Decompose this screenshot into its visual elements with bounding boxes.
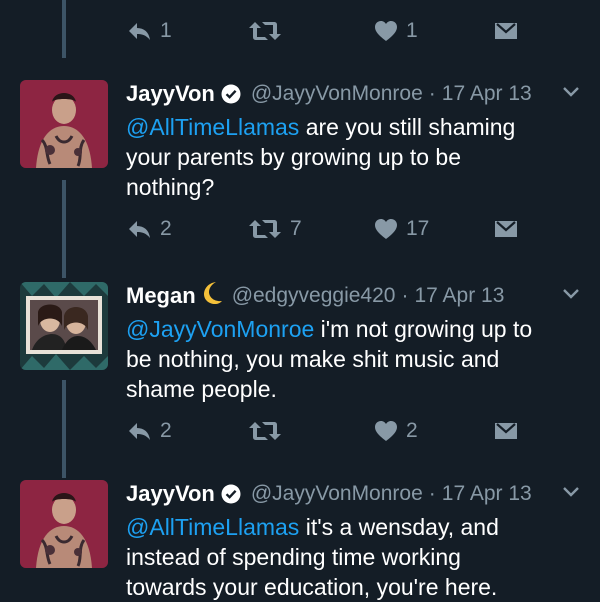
retweet-button[interactable]: 7 [248,214,302,244]
reply-icon [129,423,150,440]
avatar[interactable] [20,282,108,370]
avatar[interactable] [20,480,108,568]
direct-message-icon [495,221,517,237]
chevron-down-icon[interactable] [562,486,580,498]
like-button[interactable]: 1 [374,16,418,46]
like-count: 17 [406,217,430,240]
dm-button[interactable] [494,214,518,244]
separator: · [401,284,409,307]
retweet-icon [249,22,281,40]
heart-icon [375,421,397,441]
reply-icon [129,221,150,238]
like-button[interactable]: 17 [374,214,429,244]
user-handle[interactable]: @JayyVonMonroe [251,482,423,506]
chevron-down-icon[interactable] [562,288,580,300]
tweet[interactable]: Megan @edgyveggie420 · 17 Apr 13 @JayyVo… [0,280,600,456]
verified-badge-icon [221,484,241,504]
user-handle[interactable]: @JayyVonMonroe [251,82,423,106]
tweet-header: Megan @edgyveggie420 · 17 Apr 13 [126,280,600,312]
tweet-actions: 2 2 [126,416,526,446]
tweet-text-line: towards your education, you're here. [126,574,498,600]
separator: · [428,482,436,505]
like-count: 2 [406,419,418,442]
separator: · [428,82,436,105]
mention-link[interactable]: @AllTimeLlamas [126,514,299,540]
user-handle[interactable]: @edgyveggie420 [232,284,396,308]
verified-badge-icon [221,84,241,104]
like-count: 1 [406,19,418,42]
avatar[interactable] [20,80,108,168]
mention-link[interactable]: @AllTimeLlamas [126,114,299,140]
chevron-down-icon[interactable] [562,86,580,98]
tweet-text-line: shame people. [126,376,277,402]
retweet-icon [249,220,281,238]
heart-icon [375,219,397,239]
tweet-date[interactable]: 17 Apr 13 [414,284,504,308]
tweet-text: @JayyVonMonroe i'm not growing up to be … [126,314,586,404]
tweet-actions: 2 7 17 [126,214,526,244]
reply-button[interactable]: 2 [126,214,172,244]
reply-icon [129,23,150,40]
direct-message-icon [495,23,517,39]
retweet-button[interactable] [248,416,282,446]
retweet-button[interactable] [248,16,282,46]
tweet-text-line: your parents by growing up to be [126,144,461,170]
retweet-count: 7 [290,217,302,240]
like-button[interactable]: 2 [374,416,418,446]
mention-link[interactable]: @JayyVonMonroe [126,316,314,342]
display-name[interactable]: JayyVon [126,81,215,107]
tweet-header: JayyVon @JayyVonMonroe · 17 Apr 13 [126,478,600,510]
direct-message-icon [495,423,517,439]
tweet-text: @AllTimeLlamas it's a wensday, and inste… [126,512,586,602]
tweet-text-line: i'm not growing up to [314,316,533,342]
tweet[interactable]: JayyVon @JayyVonMonroe · 17 Apr 13 @AllT… [0,78,600,254]
heart-icon [375,21,397,41]
thread-line-top [62,0,66,58]
tweet[interactable]: JayyVon @JayyVonMonroe · 17 Apr 13 @AllT… [0,478,600,600]
display-name[interactable]: JayyVon [126,481,215,507]
reply-button[interactable]: 2 [126,416,172,446]
tweet-text: @AllTimeLlamas are you still shaming you… [126,112,586,202]
dm-button[interactable] [494,416,518,446]
tweet-header: JayyVon @JayyVonMonroe · 17 Apr 13 [126,78,600,110]
tweet-text-line: nothing? [126,174,215,200]
top-actions: 1 1 [126,16,526,46]
tweet-text-line: are you still shaming [299,114,516,140]
crescent-moon-icon [203,281,222,311]
retweet-icon [249,422,281,440]
reply-count: 2 [160,217,172,240]
tweet-text-line: instead of spending time working [126,544,461,570]
reply-button[interactable]: 1 [126,16,172,46]
dm-button[interactable] [494,16,518,46]
tweet-text-line: it's a wensday, and [299,514,499,540]
reply-count: 2 [160,419,172,442]
display-name[interactable]: Megan [126,283,196,309]
tweet-text-line: be nothing, you make shit music and [126,346,500,372]
tweet-date[interactable]: 17 Apr 13 [442,82,532,106]
reply-count: 1 [160,19,172,42]
tweet-date[interactable]: 17 Apr 13 [442,482,532,506]
